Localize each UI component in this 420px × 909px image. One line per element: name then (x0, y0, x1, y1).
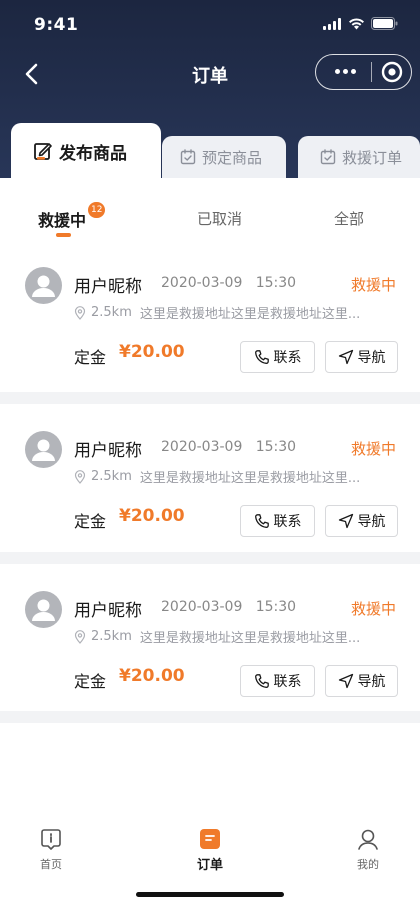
count-badge: 12 (88, 202, 106, 218)
tabbar-orders-label: 订单 (196, 858, 223, 873)
wifi-icon (349, 17, 364, 29)
address-text: 这里是救援地址这里是救援地址这里... (139, 307, 361, 322)
tabbar-home-label: 首页 (40, 858, 62, 871)
tabbar-mine-label: 我的 (357, 858, 379, 871)
dot-icon (342, 69, 348, 74)
status-icons (323, 17, 398, 30)
sub-tabs: 救援中 12 已取消 全部 (0, 178, 420, 240)
order-card[interactable]: 用户昵称 2020-03-09 15:30 救援中 2.5km 这里是救援地址这… (0, 564, 420, 716)
tab-rescue-orders[interactable]: 救援订单 (298, 136, 420, 178)
tab-reserved-goods-label: 预定商品 (202, 148, 263, 167)
contact-button[interactable]: 联系 (240, 341, 315, 373)
avatar (25, 591, 62, 628)
avatar (25, 431, 62, 468)
calendar-check-icon (320, 149, 336, 165)
navigation-arrow-icon (338, 673, 353, 689)
user-name: 用户昵称 (74, 277, 142, 297)
deposit-label: 定金 (74, 672, 107, 691)
location-pin-icon (74, 469, 86, 484)
tab-publish-goods[interactable]: 发布商品 (11, 123, 161, 179)
home-icon (41, 829, 61, 850)
user-avatar-icon (32, 275, 55, 297)
dot-icon (350, 69, 356, 74)
order-icon (200, 829, 220, 849)
deposit-amount: ¥20.00 (119, 506, 185, 526)
more-menu-button[interactable] (326, 55, 364, 88)
address-row: 2.5km 这里是救援地址这里是救援地址这里... (73, 303, 360, 322)
location-pin-icon (74, 629, 86, 644)
contact-button-label: 联系 (273, 674, 302, 690)
address-text: 这里是救援地址这里是救援地址这里... (139, 631, 361, 646)
tabbar-mine[interactable]: 我的 (338, 828, 398, 872)
mini-program-capsule (315, 54, 412, 90)
subtab-cancelled[interactable]: 已取消 (197, 208, 242, 229)
status-time: 9:41 (34, 15, 79, 35)
active-tab-indicator (56, 233, 71, 237)
card-divider (0, 392, 420, 404)
edit-icon (34, 143, 52, 160)
contact-button-label: 联系 (273, 350, 302, 366)
distance: 2.5km (91, 469, 132, 484)
location-pin-icon (74, 305, 86, 320)
close-mini-program-icon[interactable] (378, 58, 406, 86)
status-badge: 救援中 (350, 276, 396, 294)
calendar-check-icon (180, 149, 196, 165)
tab-reserved-goods[interactable]: 预定商品 (162, 136, 286, 178)
user-avatar-icon (32, 439, 55, 461)
contact-button[interactable]: 联系 (240, 505, 315, 537)
order-time: 2020-03-09 15:30 (161, 275, 297, 291)
dot-icon (334, 69, 340, 74)
tabbar-orders[interactable]: 订单 (180, 828, 240, 873)
address-text: 这里是救援地址这里是救援地址这里... (139, 471, 361, 486)
tab-rescue-orders-label: 救援订单 (342, 148, 403, 167)
capsule-divider (371, 62, 372, 82)
battery-icon (371, 17, 398, 30)
deposit-amount: ¥20.00 (119, 666, 185, 686)
phone-icon (254, 350, 269, 364)
deposit-amount: ¥20.00 (119, 342, 185, 362)
order-time: 2020-03-09 15:30 (161, 439, 297, 455)
navigate-button[interactable]: 导航 (325, 665, 398, 697)
navigate-button-label: 导航 (357, 350, 386, 366)
avatar (25, 267, 62, 304)
status-bar: 9:41 (0, 0, 420, 50)
deposit-label: 定金 (74, 348, 107, 367)
user-avatar-icon (32, 599, 55, 621)
order-card[interactable]: 用户昵称 2020-03-09 15:30 救援中 2.5km 这里是救援地址这… (0, 404, 420, 556)
user-name: 用户昵称 (74, 441, 142, 461)
card-divider (0, 711, 420, 723)
distance: 2.5km (91, 629, 132, 644)
signal-icon (323, 17, 341, 30)
navigation-arrow-icon (338, 349, 353, 365)
order-card[interactable]: 用户昵称 2020-03-09 15:30 救援中 2.5km 这里是救援地址这… (0, 240, 420, 392)
subtab-all[interactable]: 全部 (334, 208, 364, 229)
distance: 2.5km (91, 305, 132, 320)
navigate-button-label: 导航 (357, 514, 386, 530)
home-indicator (136, 892, 284, 897)
tabbar-home[interactable]: 首页 (21, 828, 81, 872)
subtab-in-rescue[interactable]: 救援中 (38, 207, 86, 231)
navigate-button[interactable]: 导航 (325, 341, 398, 373)
phone-icon (254, 674, 269, 688)
contact-button[interactable]: 联系 (240, 665, 315, 697)
tab-publish-goods-label: 发布商品 (59, 143, 127, 164)
order-time: 2020-03-09 15:30 (161, 599, 297, 615)
status-badge: 救援中 (350, 440, 396, 458)
user-icon (358, 829, 378, 850)
phone-icon (254, 514, 269, 528)
address-row: 2.5km 这里是救援地址这里是救援地址这里... (73, 627, 360, 646)
address-row: 2.5km 这里是救援地址这里是救援地址这里... (73, 467, 360, 486)
navigate-button-label: 导航 (357, 674, 386, 690)
navigation-arrow-icon (338, 513, 353, 529)
user-name: 用户昵称 (74, 601, 142, 621)
deposit-label: 定金 (74, 512, 107, 531)
card-divider (0, 552, 420, 564)
status-badge: 救援中 (350, 600, 396, 618)
contact-button-label: 联系 (273, 514, 302, 530)
navigate-button[interactable]: 导航 (325, 505, 398, 537)
